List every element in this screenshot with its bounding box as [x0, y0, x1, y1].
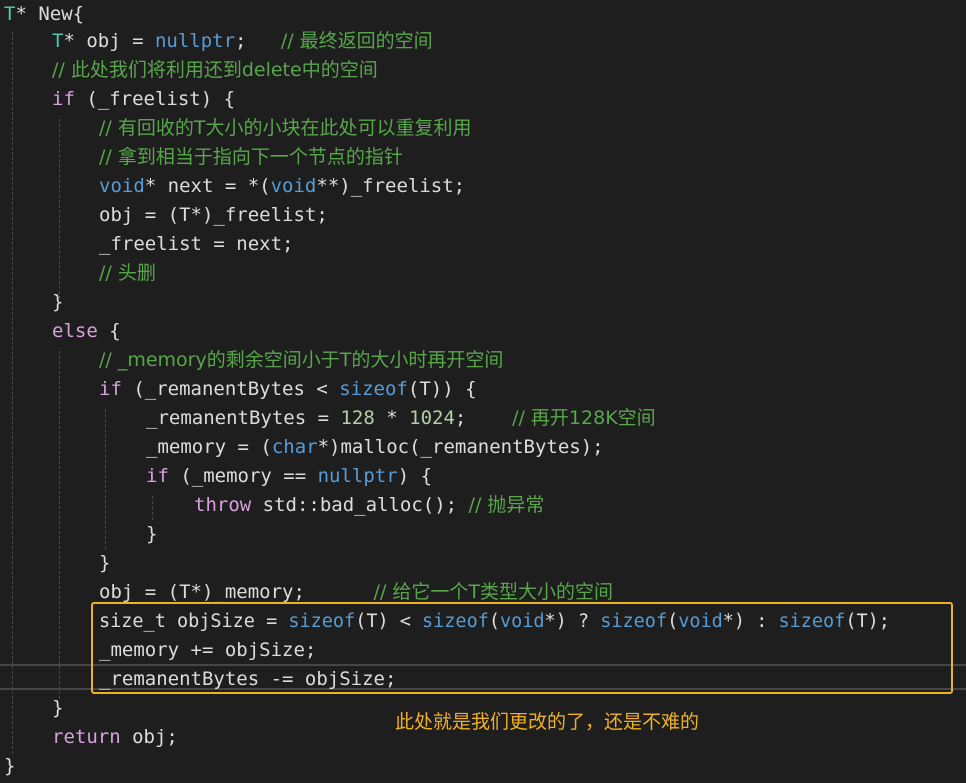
keyword-token: if [52, 88, 75, 110]
code-token: ) { [397, 465, 433, 487]
code-line[interactable]: obj = (T*)_freelist; [99, 201, 328, 230]
code-token: } [4, 755, 16, 777]
code-line[interactable]: if (_freelist) { [52, 85, 235, 114]
code-line[interactable]: } [52, 694, 63, 723]
code-line[interactable]: _freelist = next; [99, 230, 293, 259]
comment-token: // 此处我们将利用还到delete中的空间 [52, 59, 378, 81]
code-token: (_memory == [168, 465, 318, 487]
comment-token: // 抛异常 [468, 494, 545, 516]
code-token: } [146, 523, 158, 545]
code-line[interactable]: } [99, 549, 110, 578]
code-line[interactable]: // 拿到相当于指向下一个节点的指针 [99, 143, 403, 172]
keyword-token: throw [194, 494, 252, 516]
code-token: } [52, 291, 64, 313]
highlight-box [91, 602, 953, 694]
code-line[interactable]: // 有回收的T大小的小块在此处可以重复利用 [99, 114, 471, 143]
code-line[interactable]: return obj; [52, 723, 178, 752]
keyword-token: if [99, 378, 122, 400]
keyword-token: char [271, 436, 318, 458]
type-token: T [52, 30, 64, 52]
indent-guide [152, 496, 153, 520]
code-line[interactable]: // 此处我们将利用还到delete中的空间 [52, 56, 378, 85]
comment-token: // 头删 [99, 262, 156, 284]
code-token: _freelist = next; [99, 233, 294, 255]
code-line[interactable]: throw std::bad_alloc(); // 抛异常 [194, 491, 544, 520]
code-token: *)malloc(_remanentBytes); [317, 436, 604, 458]
annotation-note: 此处就是我们更改的了，还是不难的 [395, 711, 700, 733]
code-line[interactable]: } [52, 288, 63, 317]
indent-guide [59, 119, 60, 299]
code-token: (T)) { [407, 378, 477, 400]
code-token: * obj = [63, 30, 155, 52]
type-token: T [4, 3, 16, 25]
number-token: 1024 [409, 407, 455, 429]
code-line[interactable]: T* New{ [4, 0, 84, 29]
comment-token: // 有回收的T大小的小块在此处可以重复利用 [99, 117, 472, 139]
number-token: 128 [340, 407, 375, 429]
keyword-token: sizeof [339, 378, 408, 400]
keyword-token: void [270, 175, 317, 197]
code-token: std::bad_alloc(); [251, 494, 469, 516]
code-token: (_freelist) { [74, 88, 236, 110]
code-token: obj = (T*)_memory; [99, 581, 374, 603]
code-line[interactable]: // _memory的剩余空间小于T的大小时再开空间 [99, 346, 503, 375]
comment-token: // _memory的剩余空间小于T的大小时再开空间 [99, 349, 504, 371]
code-line[interactable]: T* obj = nullptr; // 最终返回的空间 [52, 27, 433, 56]
code-line[interactable]: void* next = *(void**)_freelist; [99, 172, 465, 201]
comment-token: // 拿到相当于指向下一个节点的指针 [99, 146, 403, 168]
code-token: **)_freelist; [316, 175, 466, 197]
indent-guide [105, 409, 106, 549]
code-token: ; [235, 30, 281, 52]
comment-token: // 再开128K空间 [512, 407, 656, 429]
keyword-token: void [99, 175, 145, 197]
comment-token: // 最终返回的空间 [280, 30, 433, 52]
keyword-token: nullptr [317, 465, 398, 487]
code-line[interactable]: _remanentBytes = 128 * 1024; // 再开128K空间 [146, 404, 656, 433]
code-line[interactable]: } [4, 752, 15, 781]
code-token: } [52, 697, 64, 719]
code-line[interactable]: else { [52, 317, 121, 346]
comment-token: // 给它一个T类型大小的空间 [373, 581, 613, 603]
code-token: obj = (T*)_freelist; [99, 204, 328, 226]
indent-guide [12, 32, 13, 754]
code-token: * [374, 407, 410, 429]
keyword-token: nullptr [154, 30, 236, 52]
code-token: obj; [120, 726, 178, 748]
code-editor[interactable]: T* New{ T* obj = nullptr; // 最终返回的空间 // … [0, 0, 966, 783]
code-token: } [99, 552, 111, 574]
code-token: * next = *( [144, 175, 271, 197]
code-token: _memory = ( [146, 436, 272, 458]
code-token: { [97, 320, 121, 342]
code-token: ; [454, 407, 513, 429]
code-line[interactable]: if (_remanentBytes < sizeof(T)) { [99, 375, 477, 404]
code-line[interactable]: } [146, 520, 157, 549]
code-line[interactable]: if (_memory == nullptr) { [146, 462, 432, 491]
code-line[interactable]: // 头删 [99, 259, 156, 288]
keyword-token: else [52, 320, 98, 342]
code-line[interactable]: _memory = (char*)malloc(_remanentBytes); [146, 433, 604, 462]
keyword-token: if [146, 465, 169, 487]
indent-guide [59, 351, 60, 699]
keyword-token: return [52, 726, 121, 748]
code-token: (_remanentBytes < [121, 378, 340, 400]
code-token: _remanentBytes = [146, 407, 341, 429]
code-token: * New{ [15, 3, 85, 25]
